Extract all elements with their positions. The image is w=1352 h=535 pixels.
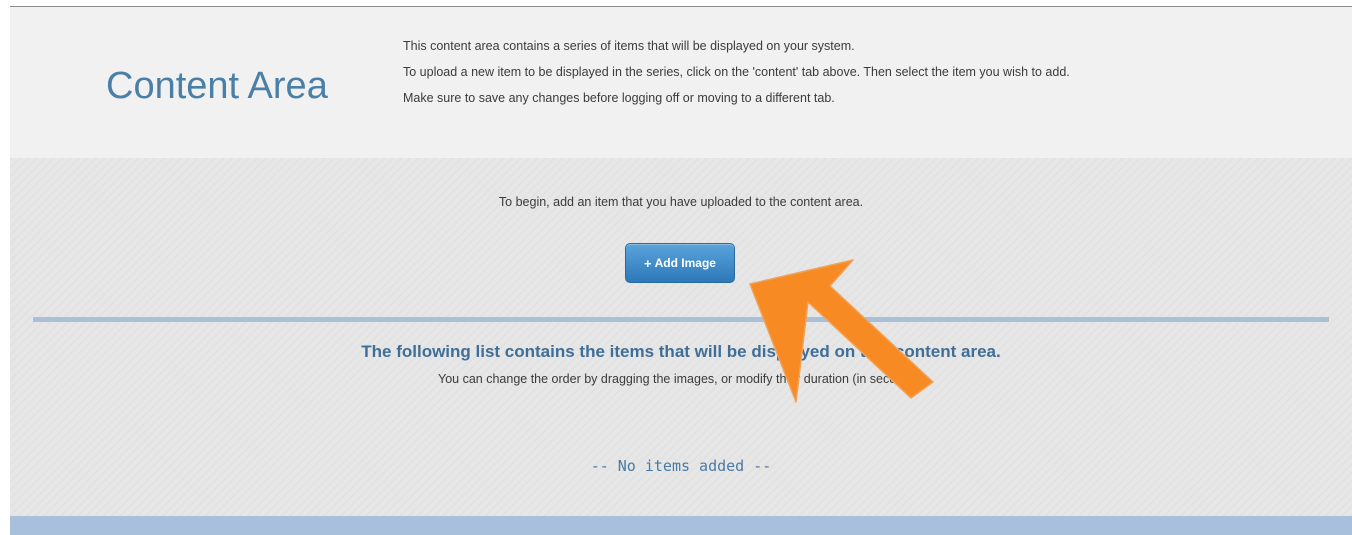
description-line: Make sure to save any changes before log… (403, 91, 835, 105)
intro-text: To begin, add an item that you have uplo… (498, 195, 864, 209)
description-line: This content area contains a series of i… (403, 39, 855, 53)
add-image-label: Add Image (654, 256, 716, 270)
section-divider (33, 317, 1329, 322)
page-title: Content Area (106, 65, 328, 107)
header-description: This content area contains a series of i… (403, 39, 1323, 117)
list-heading: The following list contains the items th… (361, 342, 1001, 361)
empty-list-message: -- No items added -- (590, 457, 772, 475)
content-area-header: Content Area This content area contains … (10, 7, 1352, 158)
content-area-panel: Content Area This content area contains … (10, 7, 1352, 535)
add-image-button[interactable]: + Add Image (625, 243, 735, 283)
description-line: To upload a new item to be displayed in … (403, 65, 1070, 79)
content-body: To begin, add an item that you have uplo… (10, 158, 1352, 516)
plus-icon: + (644, 255, 652, 271)
list-instructions: You can change the order by dragging the… (438, 372, 924, 386)
footer-bar (10, 516, 1352, 535)
